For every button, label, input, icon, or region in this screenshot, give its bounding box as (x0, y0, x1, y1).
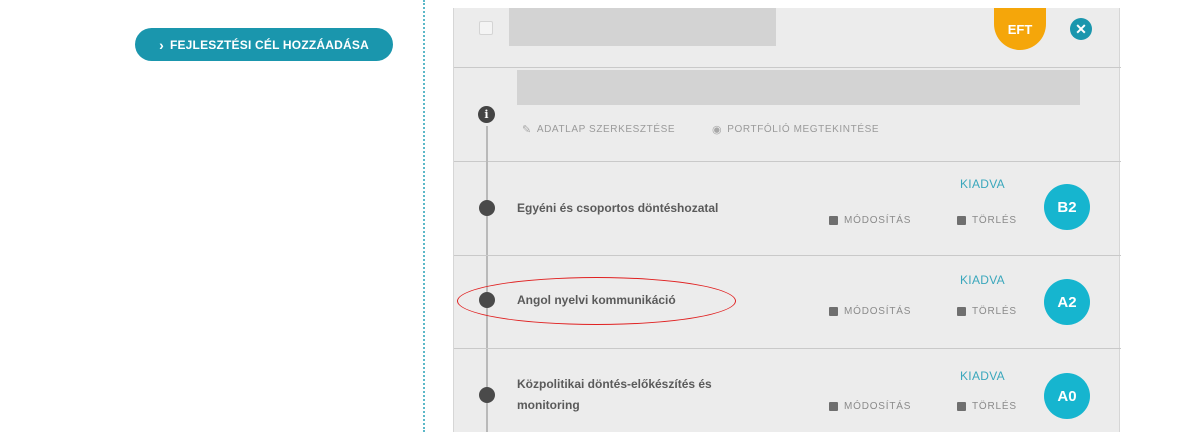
info-icon[interactable]: i (478, 106, 495, 123)
modify-button[interactable]: MÓDOSÍTÁS (829, 401, 911, 412)
delete-label: TÖRLÉS (972, 401, 1017, 412)
eye-icon: ◉ (712, 124, 723, 136)
edit-icon (829, 216, 838, 225)
select-checkbox[interactable] (479, 21, 493, 35)
left-column: › FEJLESZTÉSI CÉL HOZZÁADÁSA (0, 0, 420, 432)
trash-icon (957, 216, 966, 225)
redacted-name-block (509, 8, 776, 46)
trash-icon (957, 307, 966, 316)
goal-row: Angol nyelvi kommunikáció KIADVA MÓDOSÍT… (454, 256, 1121, 349)
timeline-dot (479, 200, 495, 216)
timeline-dot (479, 292, 495, 308)
redacted-info-block (517, 70, 1080, 105)
delete-label: TÖRLÉS (972, 215, 1017, 226)
modify-label: MÓDOSÍTÁS (844, 306, 912, 317)
delete-button[interactable]: TÖRLÉS (957, 215, 1017, 226)
edit-icon (829, 402, 838, 411)
level-badge: A0 (1044, 373, 1090, 419)
modify-label: MÓDOSÍTÁS (844, 401, 912, 412)
goal-title: Egyéni és csoportos döntéshozatal (517, 201, 719, 215)
level-badge: A2 (1044, 279, 1090, 325)
view-portfolio-label: PORTFÓLIÓ MEGTEKINTÉSE (727, 124, 880, 135)
delete-label: TÖRLÉS (972, 306, 1017, 317)
column-divider (423, 0, 425, 432)
status-label: KIADVA (960, 273, 1005, 287)
delete-button[interactable]: TÖRLÉS (957, 401, 1017, 412)
modify-button[interactable]: MÓDOSÍTÁS (829, 306, 911, 317)
goal-title: Angol nyelvi kommunikáció (517, 293, 676, 307)
edit-icon (829, 307, 838, 316)
delete-button[interactable]: TÖRLÉS (957, 306, 1017, 317)
goal-row: Közpolitikai döntés-előkészítés és monit… (454, 349, 1121, 432)
add-development-goal-button[interactable]: › FEJLESZTÉSI CÉL HOZZÁADÁSA (135, 28, 393, 61)
info-row (454, 68, 1121, 162)
level-badge: B2 (1044, 184, 1090, 230)
modify-label: MÓDOSÍTÁS (844, 215, 912, 226)
goals-panel: EFT ✕ i ✎ ADATLAP SZERKESZTÉSE ◉ PORTFÓL… (453, 8, 1121, 432)
panel-header-row: EFT ✕ (454, 8, 1121, 68)
goal-title: Közpolitikai döntés-előkészítés és monit… (517, 377, 712, 412)
chevron-right-icon: › (159, 36, 164, 53)
trash-icon (957, 402, 966, 411)
edit-sheet-label: ADATLAP SZERKESZTÉSE (536, 124, 676, 135)
edit-sheet-link[interactable]: ✎ ADATLAP SZERKESZTÉSE (522, 123, 675, 136)
timeline-dot (479, 387, 495, 403)
goal-row: Egyéni és csoportos döntéshozatal KIADVA… (454, 162, 1121, 256)
edit-icon: ✎ (522, 124, 532, 136)
status-label: KIADVA (960, 177, 1005, 191)
modify-button[interactable]: MÓDOSÍTÁS (829, 215, 911, 226)
status-label: KIADVA (960, 369, 1005, 383)
close-icon[interactable]: ✕ (1070, 18, 1092, 40)
eft-badge: EFT (994, 8, 1046, 50)
view-portfolio-link[interactable]: ◉ PORTFÓLIÓ MEGTEKINTÉSE (712, 123, 879, 136)
add-goal-label: FEJLESZTÉSI CÉL HOZZÁADÁSA (169, 37, 369, 52)
